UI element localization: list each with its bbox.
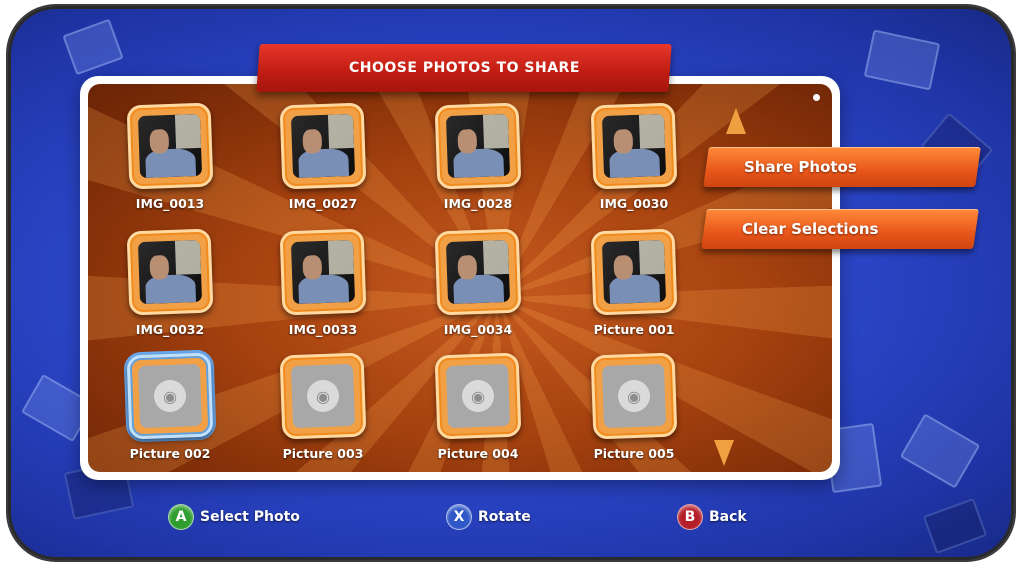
hint-rotate[interactable]: X Rotate xyxy=(446,504,531,530)
photo-content xyxy=(298,148,349,178)
photo-tile[interactable] xyxy=(126,228,214,316)
photo-label: IMG_0013 xyxy=(135,196,205,211)
photo-tile[interactable]: ◉ xyxy=(126,352,214,440)
floating-photo-decor xyxy=(863,29,941,91)
photo-tile[interactable] xyxy=(590,228,678,316)
photo-content xyxy=(609,274,660,304)
photo-tile[interactable]: ◉ xyxy=(434,352,522,440)
floating-photo-decor xyxy=(899,413,981,489)
photo-content xyxy=(613,254,634,281)
photo-content xyxy=(175,113,202,149)
photo-content xyxy=(175,239,202,275)
photo-thumbnail xyxy=(290,239,356,305)
photo-tile[interactable] xyxy=(434,102,522,190)
photo-thumbnail xyxy=(290,113,356,179)
photo-label: Picture 004 xyxy=(437,446,519,461)
photo-label: IMG_0027 xyxy=(288,196,358,211)
photo-tile[interactable]: ◉ xyxy=(279,352,367,440)
photo-tile[interactable] xyxy=(279,228,367,316)
photo-tile[interactable] xyxy=(279,102,367,190)
photo-label: Picture 002 xyxy=(129,446,211,461)
floating-photo-decor xyxy=(922,497,988,555)
photo-label: Picture 005 xyxy=(593,446,675,461)
photo-content xyxy=(483,113,510,149)
photo-content xyxy=(457,128,478,155)
photo-label: Picture 001 xyxy=(593,322,675,337)
photo-thumbnail xyxy=(601,113,667,179)
photo-content xyxy=(149,254,170,281)
photo-label: IMG_0033 xyxy=(288,322,358,337)
photo-content xyxy=(149,128,170,155)
photo-grid: IMG_0013 IMG_0027 IMG_0028 IMG_0030 IMG_0032… xyxy=(88,84,832,472)
photo-thumbnail xyxy=(137,113,203,179)
photo-thumbnail xyxy=(137,239,203,305)
photo-content xyxy=(302,128,323,155)
hint-back[interactable]: B Back xyxy=(677,504,747,530)
photo-label: IMG_0032 xyxy=(135,322,205,337)
photo-tile[interactable]: ◉ xyxy=(590,352,678,440)
x-button-icon: X xyxy=(446,504,472,530)
photo-content xyxy=(328,113,355,149)
photo-label: IMG_0034 xyxy=(443,322,513,337)
camera-icon: ◉ xyxy=(153,379,187,413)
photo-tile[interactable] xyxy=(590,102,678,190)
hint-back-label: Back xyxy=(709,509,747,525)
placeholder-thumbnail: ◉ xyxy=(290,363,356,429)
photo-tile[interactable] xyxy=(126,102,214,190)
photo-content xyxy=(453,274,504,304)
photo-thumbnail xyxy=(445,239,511,305)
camera-icon: ◉ xyxy=(461,379,495,413)
photo-tile[interactable] xyxy=(434,228,522,316)
hint-select-photo-label: Select Photo xyxy=(200,509,300,525)
b-button-icon: B xyxy=(677,504,703,530)
photo-content xyxy=(145,274,196,304)
photo-label: IMG_0028 xyxy=(443,196,513,211)
photo-grid-area: IMG_0013 IMG_0027 IMG_0028 IMG_0030 IMG_0032… xyxy=(88,84,832,472)
photo-content xyxy=(328,239,355,275)
photo-thumbnail xyxy=(445,113,511,179)
placeholder-thumbnail: ◉ xyxy=(601,363,667,429)
page-title: CHOOSE PHOTOS TO SHARE xyxy=(348,60,580,76)
share-photos-label: Share Photos xyxy=(744,158,857,176)
hint-select-photo[interactable]: A Select Photo xyxy=(168,504,300,530)
camera-icon: ◉ xyxy=(617,379,651,413)
floating-photo-decor xyxy=(62,18,124,76)
panel-corner-dot xyxy=(813,94,820,101)
photo-label: Picture 003 xyxy=(282,446,364,461)
photo-selection-panel: IMG_0013 IMG_0027 IMG_0028 IMG_0030 IMG_0032… xyxy=(80,76,840,480)
photo-label: IMG_0030 xyxy=(599,196,669,211)
photo-content xyxy=(145,148,196,178)
hint-rotate-label: Rotate xyxy=(478,509,531,525)
photo-content xyxy=(483,239,510,275)
clear-selections-label: Clear Selections xyxy=(742,220,879,238)
photo-content xyxy=(457,254,478,281)
a-button-icon: A xyxy=(168,504,194,530)
share-photos-button[interactable]: Share Photos xyxy=(703,147,981,187)
clear-selections-button[interactable]: Clear Selections xyxy=(701,209,979,249)
placeholder-thumbnail: ◉ xyxy=(445,363,511,429)
page-title-banner: CHOOSE PHOTOS TO SHARE xyxy=(256,44,672,92)
photo-content xyxy=(639,113,666,149)
photo-content xyxy=(298,274,349,304)
photo-thumbnail xyxy=(601,239,667,305)
photo-content xyxy=(609,148,660,178)
scroll-down-icon[interactable] xyxy=(714,440,734,466)
photo-content xyxy=(302,254,323,281)
photo-content xyxy=(613,128,634,155)
scroll-up-icon[interactable] xyxy=(726,108,746,134)
placeholder-thumbnail: ◉ xyxy=(137,363,203,429)
photo-content xyxy=(639,239,666,275)
camera-icon: ◉ xyxy=(306,379,340,413)
photo-content xyxy=(453,148,504,178)
